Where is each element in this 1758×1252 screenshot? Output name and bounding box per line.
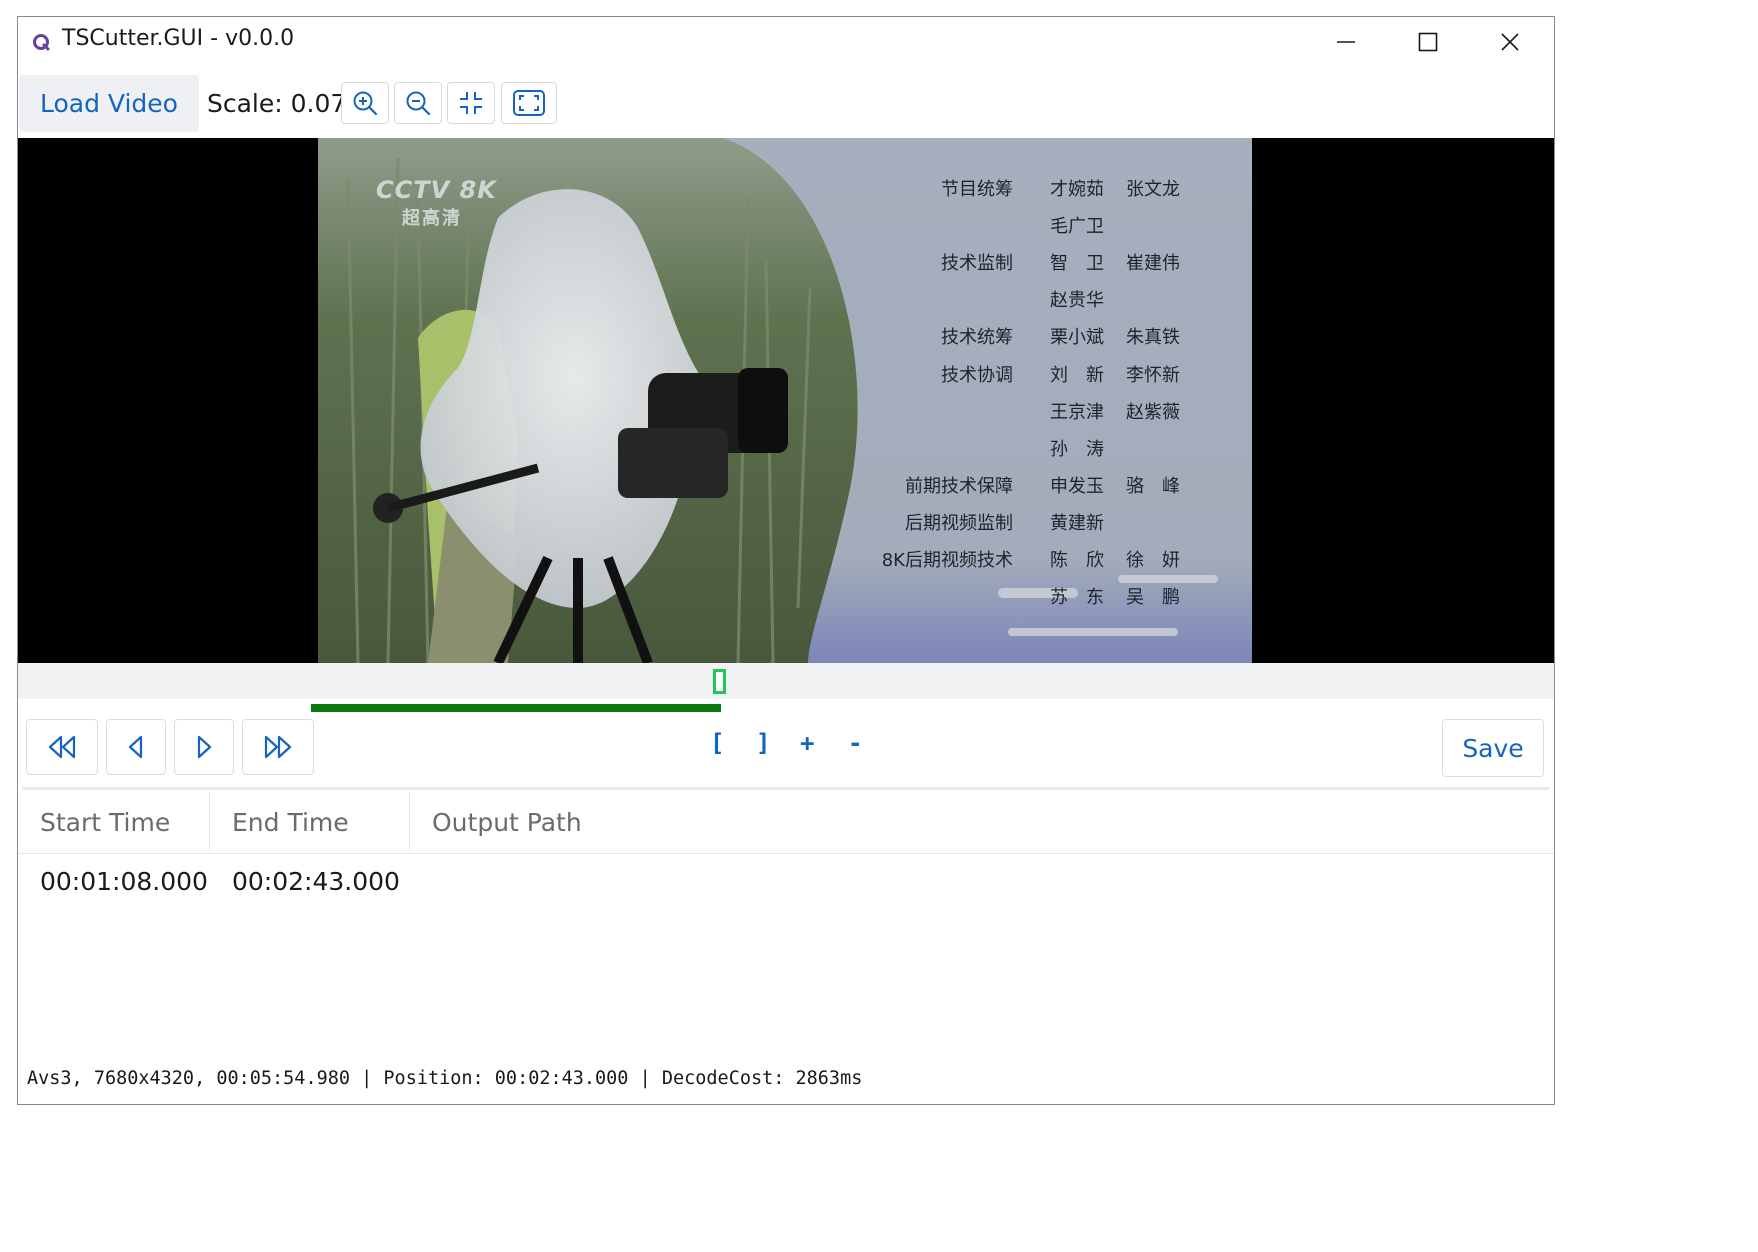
column-divider[interactable] bbox=[409, 793, 410, 851]
credit-name: 朱真铁 bbox=[1126, 327, 1180, 349]
timeline-selected-range bbox=[311, 704, 721, 712]
minimize-icon bbox=[1337, 41, 1355, 43]
table-row[interactable]: 00:01:08.000 00:02:43.000 bbox=[18, 855, 1554, 915]
fit-to-window-icon bbox=[460, 92, 482, 114]
start-time-cell: 00:01:08.000 bbox=[40, 867, 208, 896]
credit-role: 技术协调 bbox=[941, 364, 1013, 386]
playback-controls: [ ] + - Save bbox=[18, 717, 1554, 779]
skip-back-button[interactable] bbox=[26, 719, 98, 775]
status-bar: Avs3, 7680x4320, 00:05:54.980 | Position… bbox=[27, 1068, 863, 1089]
credit-name: 徐 妍 bbox=[1126, 550, 1180, 571]
credit-role: 节目统筹 bbox=[941, 179, 1013, 200]
credit-name: 陈 欣 bbox=[1050, 550, 1104, 571]
column-divider[interactable] bbox=[209, 793, 210, 851]
credit-name: 刘 新 bbox=[1050, 364, 1104, 386]
timeline-playhead[interactable] bbox=[713, 669, 726, 694]
zoom-out-icon bbox=[406, 91, 431, 116]
credit-role: 8K后期视频技术 bbox=[881, 550, 1013, 571]
main-window: TSCutter.GUI - v0.0.0 Load Video Scale: … bbox=[17, 16, 1555, 1105]
column-end-time[interactable]: End Time bbox=[232, 791, 349, 853]
zoom-in-button[interactable] bbox=[341, 82, 389, 124]
divider bbox=[22, 787, 1549, 790]
cctv-watermark: CCTV 8K bbox=[376, 176, 497, 204]
credit-name: 赵贵华 bbox=[1050, 290, 1104, 312]
credit-name: 智 卫 bbox=[1050, 253, 1104, 275]
step-forward-icon bbox=[197, 735, 212, 759]
credit-name: 毛广卫 bbox=[1050, 216, 1104, 238]
window-title: TSCutter.GUI - v0.0.0 bbox=[62, 26, 295, 51]
title-bar[interactable]: TSCutter.GUI - v0.0.0 bbox=[18, 17, 1554, 67]
close-icon bbox=[1501, 33, 1519, 51]
credit-name: 吴 鹏 bbox=[1126, 587, 1180, 609]
maximize-icon bbox=[1418, 32, 1438, 52]
step-forward-button[interactable] bbox=[174, 719, 234, 775]
zoom-in-icon bbox=[353, 91, 378, 116]
credit-name: 崔建伟 bbox=[1126, 253, 1180, 275]
credit-name: 才婉茹 bbox=[1050, 179, 1104, 200]
step-back-button[interactable] bbox=[106, 719, 166, 775]
step-back-icon bbox=[128, 735, 143, 759]
video-frame: CCTV 8K 超高清 节目统筹 才婉茹 张文龙毛广卫技术监制 智 卫崔建伟 赵贵华技术… bbox=[318, 138, 1252, 663]
skip-forward-icon bbox=[264, 735, 292, 759]
credit-role: 前期技术保障 bbox=[905, 475, 1013, 497]
credit-name: 李怀新 bbox=[1126, 364, 1180, 386]
column-output-path[interactable]: Output Path bbox=[432, 791, 582, 853]
remove-segment-button[interactable]: - bbox=[848, 729, 862, 757]
credit-name: 骆 峰 bbox=[1126, 475, 1180, 497]
app-logo-icon bbox=[33, 34, 50, 51]
credit-role: 后期视频监制 bbox=[905, 512, 1013, 534]
zoom-out-button[interactable] bbox=[394, 82, 442, 124]
credit-name: 栗小斌 bbox=[1050, 327, 1104, 349]
credit-role: 技术监制 bbox=[941, 253, 1013, 275]
credit-name: 张文龙 bbox=[1126, 179, 1180, 200]
skip-forward-button[interactable] bbox=[242, 719, 314, 775]
credit-name: 孙 涛 bbox=[1050, 438, 1104, 460]
timeline-track[interactable] bbox=[18, 663, 1554, 699]
credit-role: 技术统筹 bbox=[941, 327, 1013, 349]
fit-to-window-button[interactable] bbox=[447, 82, 495, 124]
cctv-watermark-sub: 超高清 bbox=[402, 208, 462, 229]
fullscreen-icon bbox=[513, 90, 545, 116]
mark-start-button[interactable]: [ bbox=[710, 729, 724, 757]
video-viewport[interactable]: CCTV 8K 超高清 节目统筹 才婉茹 张文龙毛广卫技术监制 智 卫崔建伟 赵贵华技术… bbox=[18, 138, 1554, 663]
credit-name: 赵紫薇 bbox=[1126, 401, 1180, 423]
credit-name: 苏 东 bbox=[1050, 587, 1104, 609]
credit-name: 申发玉 bbox=[1050, 475, 1104, 497]
end-time-cell: 00:02:43.000 bbox=[232, 867, 400, 896]
credit-name: 黄建新 bbox=[1050, 512, 1104, 534]
column-start-time[interactable]: Start Time bbox=[40, 791, 170, 853]
credit-name: 王京津 bbox=[1050, 401, 1104, 423]
close-button[interactable] bbox=[1469, 17, 1551, 67]
maximize-button[interactable] bbox=[1387, 17, 1469, 67]
fullscreen-button[interactable] bbox=[501, 82, 557, 124]
save-button[interactable]: Save bbox=[1442, 719, 1544, 777]
segments-table-header: Start Time End Time Output Path bbox=[18, 791, 1554, 854]
minimize-button[interactable] bbox=[1305, 17, 1387, 67]
add-segment-button[interactable]: + bbox=[800, 729, 814, 757]
mark-end-button[interactable]: ] bbox=[756, 729, 770, 757]
load-video-button[interactable]: Load Video bbox=[19, 75, 199, 132]
skip-back-icon bbox=[48, 735, 76, 759]
scale-label: Scale: 0.07 bbox=[207, 89, 347, 118]
toolbar: Load Video Scale: 0.07 bbox=[18, 75, 1554, 135]
